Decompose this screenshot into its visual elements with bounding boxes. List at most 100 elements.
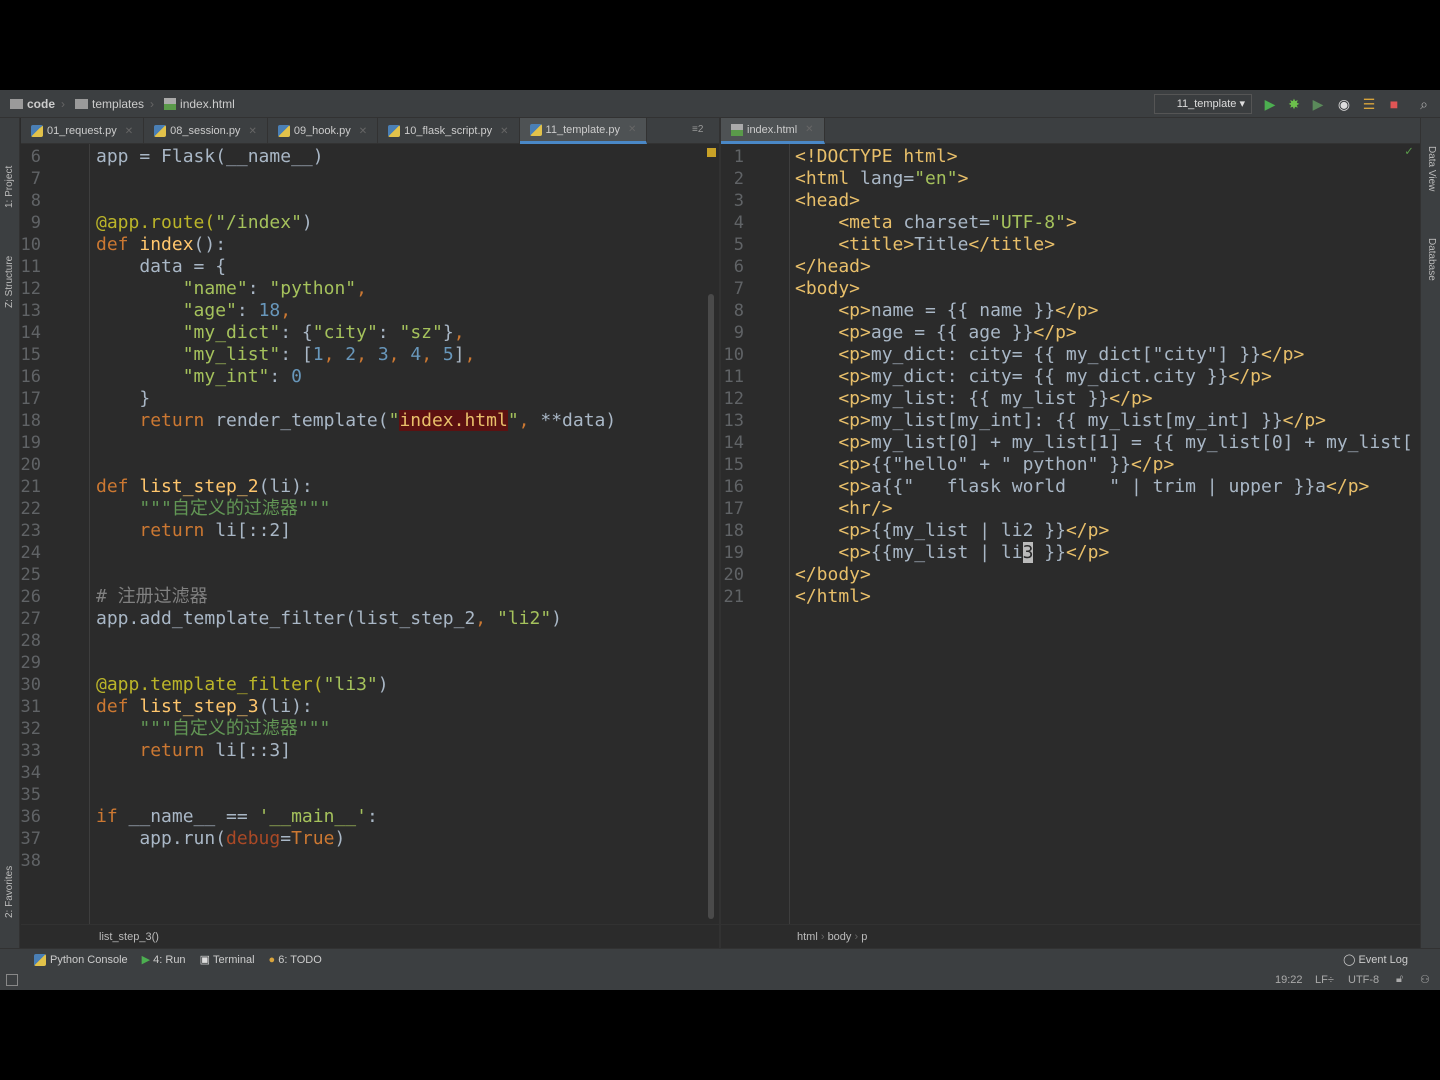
code-token: **data) bbox=[540, 410, 617, 431]
search-icon[interactable]: ⌕ bbox=[1416, 96, 1432, 112]
scrollbar[interactable] bbox=[708, 294, 714, 919]
code-line[interactable]: </head> bbox=[795, 256, 871, 278]
code-line[interactable]: <!DOCTYPE html> bbox=[795, 146, 958, 168]
terminal-button[interactable]: ▣ Terminal bbox=[199, 953, 255, 967]
editor-tab[interactable]: 08_session.py ✕ bbox=[144, 118, 268, 144]
code-line[interactable]: def index(): bbox=[96, 234, 226, 256]
favorites-tool-button[interactable]: 2: Favorites bbox=[4, 866, 15, 918]
profile-icon[interactable]: ◉ bbox=[1336, 96, 1352, 112]
close-tab-icon[interactable]: ✕ bbox=[805, 124, 813, 135]
line-number: 22 bbox=[20, 499, 41, 519]
crumb-templates[interactable]: templates › bbox=[75, 97, 154, 111]
caret-position[interactable]: 19:22 bbox=[1275, 974, 1303, 986]
database-tool-button[interactable]: Database bbox=[1426, 238, 1437, 281]
code-token: """自定义的过滤器""" bbox=[96, 718, 331, 739]
code-line[interactable]: <p>a{{" flask world " | trim | upper }}a… bbox=[795, 476, 1369, 498]
close-tab-icon[interactable]: ✕ bbox=[359, 126, 367, 137]
code-line[interactable]: "my_dict": {"city": "sz"}, bbox=[96, 322, 465, 344]
line-number: 17 bbox=[20, 389, 41, 409]
code-line[interactable]: return li[::3] bbox=[96, 740, 291, 762]
code-line[interactable]: app.run(debug=True) bbox=[96, 828, 345, 850]
code-line[interactable]: <hr/> bbox=[795, 498, 892, 520]
concurrency-icon[interactable]: ☰ bbox=[1361, 96, 1377, 112]
editor-tab[interactable]: 11_template.py ✕ bbox=[519, 118, 648, 144]
code-line[interactable]: <p>my_dict: city= {{ my_dict["city"] }}<… bbox=[795, 344, 1304, 366]
inspector-icon[interactable]: ⚇ bbox=[1420, 973, 1430, 986]
run-tool-button[interactable]: ▶ 4: Run bbox=[142, 953, 186, 967]
code-line[interactable]: </html> bbox=[795, 586, 871, 608]
close-tab-icon[interactable]: ✕ bbox=[125, 126, 133, 137]
code-line[interactable]: <p>{{my_list | li2 }}</p> bbox=[795, 520, 1109, 542]
debug-icon[interactable]: ✸ bbox=[1286, 96, 1302, 112]
python-console-button[interactable]: Python Console bbox=[34, 953, 128, 966]
right-code-editor[interactable]: ✓ 1 <!DOCTYPE html> 2 <html lang="en"> 3 <hea… bbox=[721, 144, 1420, 924]
run-config-dropdown[interactable]: 11_template ▾ bbox=[1153, 94, 1252, 114]
code-line[interactable]: <p>{{"hello" + " python" }}</p> bbox=[795, 454, 1174, 476]
code-token: my_list[my_int]: {{ my_list[my_int] }} bbox=[870, 410, 1283, 431]
code-line[interactable]: @app.template_filter("li3") bbox=[96, 674, 389, 696]
left-code-editor[interactable]: 6 app = Flask(__name__) 7 8 9 @app.route("/in… bbox=[21, 144, 719, 924]
editor-tab[interactable]: 10_flask_script.py ✕ bbox=[378, 118, 520, 144]
stop-icon[interactable]: ■ bbox=[1386, 96, 1402, 112]
code-token: lang= bbox=[860, 168, 915, 189]
editor-tab[interactable]: 09_hook.py ✕ bbox=[268, 118, 379, 144]
code-line[interactable]: <body> bbox=[795, 278, 860, 300]
line-separator[interactable]: LF÷ bbox=[1315, 974, 1334, 986]
code-line[interactable]: <head> bbox=[795, 190, 860, 212]
lock-icon[interactable]: 🔓︎ bbox=[1396, 973, 1403, 986]
code-token: "li2" bbox=[496, 608, 552, 629]
code-line[interactable]: "age": 18, bbox=[96, 300, 291, 322]
code-line[interactable]: <p>name = {{ name }}</p> bbox=[795, 300, 1098, 322]
line-number: 19 bbox=[20, 433, 41, 453]
close-tab-icon[interactable]: ✕ bbox=[628, 124, 636, 135]
code-line[interactable]: # 注册过滤器 bbox=[96, 586, 208, 608]
code-line[interactable]: <meta charset="UTF-8"> bbox=[795, 212, 1076, 234]
line-number: 33 bbox=[20, 741, 41, 761]
editor-tab[interactable]: index.html ✕ bbox=[721, 118, 825, 144]
editor-tab[interactable]: 01_request.py ✕ bbox=[21, 118, 145, 144]
code-token: <!DOCTYPE bbox=[795, 146, 904, 167]
code-line[interactable]: if __name__ == '__main__': bbox=[96, 806, 378, 828]
close-tab-icon[interactable]: ✕ bbox=[248, 126, 256, 137]
code-line[interactable]: return li[::2] bbox=[96, 520, 291, 542]
close-tab-icon[interactable]: ✕ bbox=[500, 126, 508, 137]
code-line[interactable]: } bbox=[96, 388, 150, 410]
crumb-code[interactable]: code › bbox=[10, 97, 65, 111]
code-line[interactable]: "name": "python", bbox=[96, 278, 367, 300]
line-number: 38 bbox=[20, 851, 41, 871]
code-line[interactable]: app = Flask(__name__) bbox=[96, 146, 324, 168]
code-line[interactable]: <p>{{my_list | li3 }}</p> bbox=[795, 542, 1109, 564]
coverage-icon[interactable]: ▶ bbox=[1310, 96, 1326, 112]
code-line[interactable]: """自定义的过滤器""" bbox=[96, 498, 330, 520]
code-line[interactable]: """自定义的过滤器""" bbox=[96, 718, 330, 740]
structure-tool-button[interactable]: Z: Structure bbox=[4, 256, 15, 308]
code-line[interactable]: <p>my_list: {{ my_list }}</p> bbox=[795, 388, 1152, 410]
code-line[interactable]: <p>my_list[0] + my_list[1] = {{ my_list[… bbox=[795, 432, 1412, 454]
project-tool-button[interactable]: 1: Project bbox=[4, 166, 15, 208]
code-token: <p> bbox=[795, 366, 871, 387]
code-line[interactable]: return render_template("index.html", **d… bbox=[96, 410, 616, 432]
split-divider[interactable] bbox=[719, 118, 721, 948]
run-icon[interactable]: ▶ bbox=[1262, 96, 1278, 112]
todo-button[interactable]: ● 6: TODO bbox=[269, 954, 322, 966]
code-line[interactable]: <p>my_dict: city= {{ my_dict.city }}</p> bbox=[795, 366, 1272, 388]
tab-overflow[interactable]: ≡2 bbox=[692, 124, 703, 135]
terminal-icon: ▣ bbox=[199, 954, 210, 966]
code-line[interactable]: @app.route("/index") bbox=[96, 212, 313, 234]
code-line[interactable]: <title>Title</title> bbox=[795, 234, 1055, 256]
file-encoding[interactable]: UTF-8 bbox=[1348, 974, 1379, 986]
code-line[interactable]: </body> bbox=[795, 564, 871, 586]
code-line[interactable]: "my_list": [1, 2, 3, 4, 5], bbox=[96, 344, 476, 366]
code-line[interactable]: <p>age = {{ age }}</p> bbox=[795, 322, 1076, 344]
code-line[interactable]: <html lang="en"> bbox=[795, 168, 968, 190]
code-line[interactable]: def list_step_3(li): bbox=[96, 696, 313, 718]
crumb-index-html[interactable]: index.html bbox=[164, 97, 235, 111]
code-line[interactable]: "my_int": 0 bbox=[96, 366, 302, 388]
code-line[interactable]: def list_step_2(li): bbox=[96, 476, 313, 498]
code-line[interactable]: app.add_template_filter(list_step_2, "li… bbox=[96, 608, 562, 630]
code-line[interactable]: data = { bbox=[96, 256, 226, 278]
code-line[interactable]: <p>my_list[my_int]: {{ my_list[my_int] }… bbox=[795, 410, 1326, 432]
event-log-button[interactable]: ◯ Event Log bbox=[1343, 953, 1408, 967]
toggle-tool-windows-icon[interactable] bbox=[6, 974, 18, 986]
data-view-tool-button[interactable]: Data View bbox=[1426, 146, 1437, 191]
